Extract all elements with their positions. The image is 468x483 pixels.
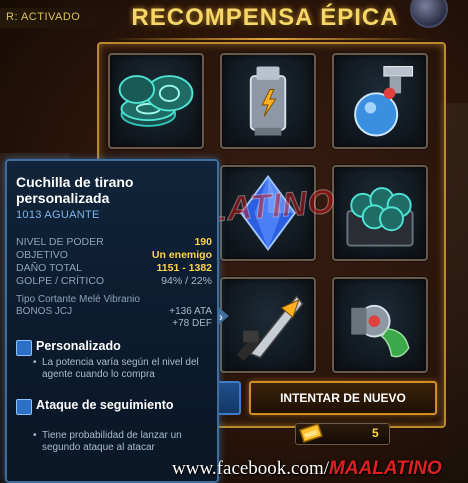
collect-button[interactable]: [219, 381, 241, 415]
status-text: R: ACTIVADO: [0, 8, 120, 28]
stat-value: 190: [194, 236, 212, 248]
stat-row: GOLPE / CRÍTICO 94% / 22%: [16, 275, 212, 288]
stat-label: NIVEL DE PODER: [16, 236, 104, 248]
trait-title: Personalizado: [36, 339, 121, 353]
stat-value: Un enemigo: [151, 249, 212, 261]
potion-flask-icon: [354, 66, 414, 137]
title-divider: [110, 38, 430, 40]
bonus-value: +136 ATA: [169, 306, 212, 317]
reward-tile-6[interactable]: [220, 277, 316, 373]
coin-stack-icon: [118, 75, 194, 127]
item-name: Cuchilla de tirano personalizada: [16, 174, 134, 206]
stat-value: 1151 - 1382: [156, 262, 212, 274]
reward-tile-7[interactable]: [332, 277, 428, 373]
gadget-claw-icon: [351, 304, 410, 358]
energy-canister-icon: [249, 66, 287, 136]
link-prefix: www.facebook.com/: [172, 458, 330, 479]
trait-desc: La potencia varía según el nivel del age…: [33, 357, 217, 381]
reward-tile-5[interactable]: [332, 165, 428, 261]
stat-label: GOLPE / CRÍTICO: [16, 275, 105, 287]
gold-bar-icon: [299, 423, 323, 443]
coin-chest-icon: [346, 187, 414, 247]
stat-value: 94% / 22%: [161, 275, 212, 287]
bonus-value: +78 DEF: [172, 318, 212, 329]
bonus-label: BONOS JCJ: [16, 306, 73, 317]
reward-tile-2[interactable]: [220, 53, 316, 149]
stat-row: DAÑO TOTAL 1151 - 1382: [16, 262, 212, 275]
item-durability: 1013 AGUANTE: [16, 209, 100, 221]
page-title: RECOMPENSA ÉPICA: [131, 4, 399, 31]
item-tooltip: Cuchilla de tirano personalizada 1013 AG…: [5, 159, 219, 483]
stat-label: DAÑO TOTAL: [16, 262, 82, 274]
link-brand: MAALATINO: [329, 458, 442, 479]
item-type: Tipo Cortante Melé Vibranio: [16, 294, 140, 305]
tyrant-blade-icon: [237, 295, 304, 361]
stat-row: OBJETIVO Un enemigo: [16, 249, 212, 262]
retry-button[interactable]: INTENTAR DE NUEVO: [249, 381, 437, 415]
trait-desc: Tiene probabilidad de lanzar un segundo …: [33, 430, 217, 454]
reward-tile-1[interactable]: [108, 53, 204, 149]
customize-icon: [16, 340, 32, 356]
stat-row: NIVEL DE PODER 190: [16, 236, 212, 249]
trait-title: Ataque de seguimiento: [36, 398, 174, 412]
chevron-right-icon: ›: [219, 310, 223, 324]
reward-tile-3[interactable]: [332, 53, 428, 149]
follow-up-attack-icon: [16, 399, 32, 415]
stat-label: OBJETIVO: [16, 249, 68, 261]
cost-value: 5: [372, 426, 379, 440]
facebook-link[interactable]: www.facebook.com/MAALATINO: [172, 458, 442, 480]
